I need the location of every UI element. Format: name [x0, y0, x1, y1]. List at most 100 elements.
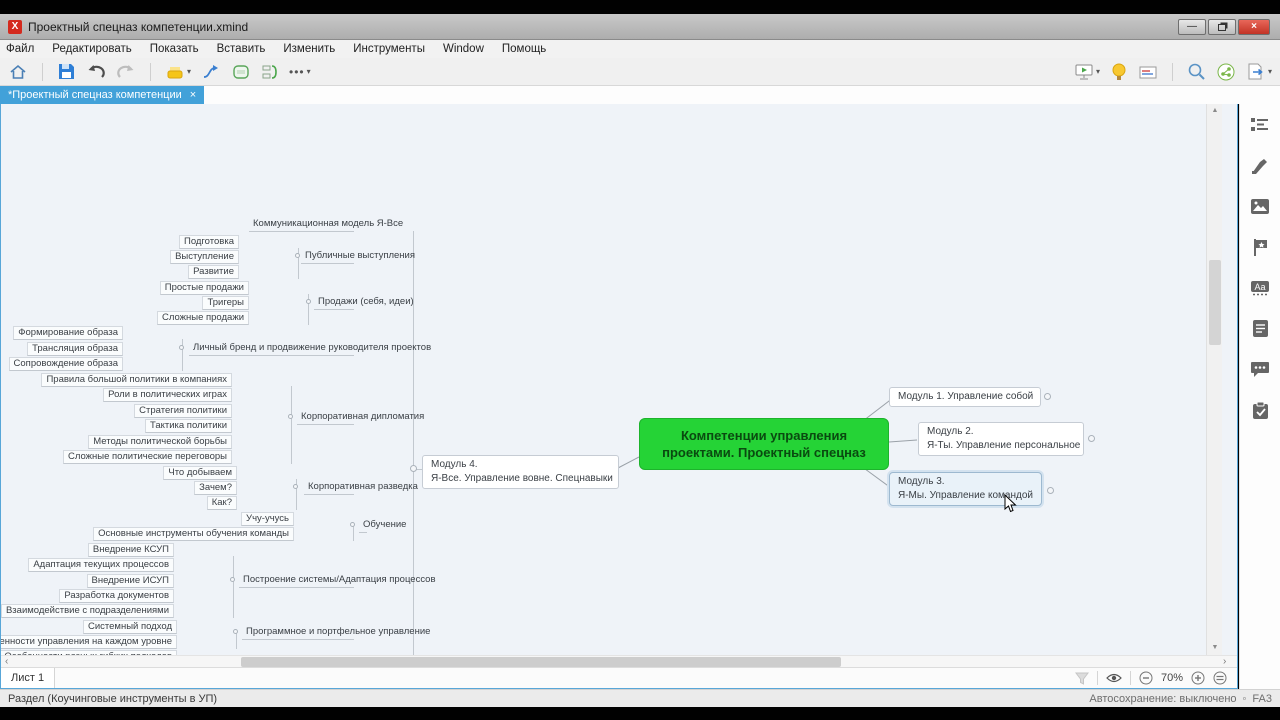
- topic-node[interactable]: Роли в политических играх: [103, 388, 232, 402]
- search-button[interactable]: [1187, 60, 1206, 84]
- topic-node[interactable]: Трансляция образа: [27, 342, 123, 356]
- zoom-level[interactable]: 70%: [1161, 672, 1183, 684]
- presentation-button[interactable]: ▾: [1074, 60, 1100, 84]
- task-clipboard-icon[interactable]: [1252, 401, 1269, 420]
- topic-node[interactable]: Внедрение КСУП: [87, 543, 174, 557]
- boundary-button[interactable]: [231, 60, 251, 84]
- window-title: Проектный спецназ компетенции.xmind: [28, 19, 249, 34]
- minimize-button[interactable]: —: [1178, 18, 1206, 35]
- menu-view[interactable]: Показать: [150, 43, 199, 55]
- horizontal-scroll-thumb[interactable]: [241, 657, 841, 667]
- topic-node[interactable]: Сложные политические переговоры: [62, 450, 232, 464]
- topic-node[interactable]: Корпоративная дипломатия: [297, 411, 424, 425]
- module-2-node[interactable]: Модуль 2. Я-Ты. Управление персональное: [918, 422, 1084, 456]
- slide-card-button[interactable]: [1138, 60, 1158, 84]
- junction-dot: [230, 577, 235, 582]
- module-1-node[interactable]: Модуль 1. Управление собой: [889, 387, 1041, 407]
- topic-structure-icon[interactable]: [1250, 116, 1270, 134]
- save-button[interactable]: [57, 60, 76, 84]
- module-4-node[interactable]: Модуль 4. Я-Все. Управление вовне. Спецн…: [422, 455, 619, 489]
- sheet-tab[interactable]: Лист 1: [1, 668, 56, 688]
- notes-icon[interactable]: [1252, 319, 1269, 338]
- topic-node[interactable]: Публичные выступления: [301, 250, 415, 264]
- vertical-scroll-thumb[interactable]: [1209, 260, 1221, 345]
- tab-close-icon[interactable]: ×: [190, 86, 196, 104]
- topic-node[interactable]: Особенности управления на каждом уровне: [1, 635, 177, 649]
- format-brush-icon[interactable]: [1250, 157, 1270, 175]
- menu-file[interactable]: Файл: [6, 43, 34, 55]
- topic-node[interactable]: Разработка документов: [59, 589, 174, 603]
- topic-node[interactable]: Построение системы/Адаптация процессов: [239, 574, 436, 588]
- collapse-dot[interactable]: [1044, 393, 1051, 400]
- scroll-up-icon[interactable]: ▲: [1207, 107, 1222, 114]
- topic-node[interactable]: Коммуникационная модель Я-Все: [249, 218, 403, 232]
- relationship-button[interactable]: [201, 60, 221, 84]
- zoom-out-icon[interactable]: [1139, 671, 1153, 685]
- home-button[interactable]: [8, 60, 28, 84]
- topic-node[interactable]: Формирование образа: [13, 326, 123, 340]
- menu-tools[interactable]: Инструменты: [353, 43, 425, 55]
- more-tools-button[interactable]: ••• ▾: [289, 60, 311, 84]
- collapse-dot[interactable]: [1047, 487, 1054, 494]
- topic-node[interactable]: Стратегия политики: [134, 404, 232, 418]
- redo-button[interactable]: [116, 60, 136, 84]
- menu-edit[interactable]: Редактировать: [52, 43, 131, 55]
- toolbar: ▾ ••• ▾ ▾ ▾: [0, 58, 1280, 86]
- scroll-down-icon[interactable]: ▼: [1207, 644, 1222, 651]
- menu-help[interactable]: Помощь: [502, 43, 546, 55]
- idea-button[interactable]: [1110, 60, 1128, 84]
- image-icon[interactable]: [1250, 198, 1270, 215]
- share-button[interactable]: [1216, 60, 1236, 84]
- topic-node[interactable]: Что добываем: [163, 466, 237, 480]
- marker-flag-icon[interactable]: [1251, 238, 1269, 257]
- topic-node[interactable]: Учу-учусь: [241, 512, 294, 526]
- branch-line: [182, 339, 183, 371]
- eye-icon[interactable]: [1106, 672, 1122, 684]
- topic-node[interactable]: Взаимодействие с подразделениями: [1, 604, 174, 618]
- topic-node[interactable]: Подготовка: [178, 235, 239, 249]
- topic-node[interactable]: Методы политической борьбы: [88, 435, 232, 449]
- topic-node[interactable]: Личный бренд и продвижение руководителя …: [189, 342, 431, 356]
- menu-modify[interactable]: Изменить: [283, 43, 335, 55]
- filter-icon[interactable]: [1074, 672, 1089, 685]
- menu-insert[interactable]: Вставить: [217, 43, 266, 55]
- fit-map-icon[interactable]: [1213, 671, 1227, 685]
- summary-button[interactable]: [261, 60, 279, 84]
- topic-node[interactable]: Корпоративная разведка: [304, 481, 418, 495]
- topic-node[interactable]: Тактика политики: [144, 419, 232, 433]
- topic-node[interactable]: Простые продажи: [159, 281, 249, 295]
- module-3-node[interactable]: Модуль 3. Я-Мы. Управление командой: [889, 472, 1042, 506]
- restore-button[interactable]: [1208, 18, 1236, 35]
- vertical-scrollbar[interactable]: ▲ ▼: [1206, 104, 1222, 655]
- sticker-icon[interactable]: Aa: [1250, 280, 1270, 296]
- highlighter-button[interactable]: ▾: [165, 60, 191, 84]
- undo-button[interactable]: [86, 60, 106, 84]
- topic-node[interactable]: Зачем?: [194, 481, 237, 495]
- topic-node[interactable]: Адаптация текущих процессов: [28, 558, 174, 572]
- topic-node[interactable]: Развитие: [188, 265, 239, 279]
- topic-node[interactable]: Выступление: [170, 250, 239, 264]
- mindmap-canvas[interactable]: Коммуникационная модель Я-Все Подготовка…: [1, 104, 1222, 655]
- topic-node[interactable]: Сопровождение образа: [8, 357, 123, 371]
- topic-node[interactable]: Продажи (себя, идеи): [314, 296, 414, 310]
- topic-node[interactable]: Тригеры: [202, 296, 249, 310]
- topic-node[interactable]: Основные инструменты обучения команды: [93, 527, 294, 541]
- branch-line: [291, 386, 292, 464]
- topic-node[interactable]: Как?: [206, 496, 237, 510]
- comments-icon[interactable]: [1250, 361, 1270, 378]
- zoom-in-icon[interactable]: [1191, 671, 1205, 685]
- topic-node[interactable]: Системный подход: [82, 620, 177, 634]
- export-button[interactable]: ▾: [1246, 60, 1272, 84]
- menu-window[interactable]: Window: [443, 43, 484, 55]
- collapse-dot[interactable]: [410, 465, 417, 472]
- close-button[interactable]: ×: [1238, 18, 1270, 35]
- topic-node[interactable]: Обучение: [359, 519, 406, 533]
- topic-node[interactable]: Внедрение ИСУП: [86, 574, 174, 588]
- document-tab[interactable]: *Проектный спецназ компетенции ×: [0, 86, 205, 104]
- topic-node[interactable]: Правила большой политики в компаниях: [41, 373, 232, 387]
- central-topic[interactable]: Компетенции управления проектами. Проект…: [639, 418, 889, 470]
- collapse-dot[interactable]: [1088, 435, 1095, 442]
- horizontal-scrollbar[interactable]: ‹ ›: [1, 655, 1237, 667]
- topic-node[interactable]: Программное и портфельное управление: [242, 626, 430, 640]
- topic-node[interactable]: Сложные продажи: [156, 311, 249, 325]
